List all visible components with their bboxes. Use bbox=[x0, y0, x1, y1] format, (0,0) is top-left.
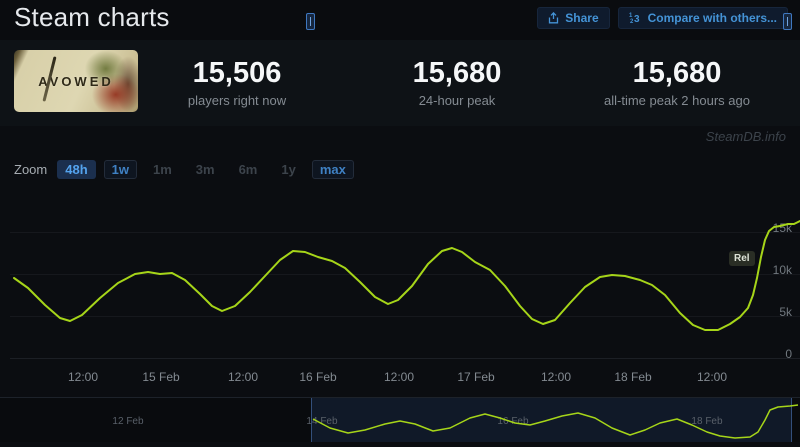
x-tick-4: 12:00 bbox=[383, 370, 415, 384]
share-button[interactable]: Share bbox=[537, 7, 610, 29]
zoom-button-1m: 1m bbox=[152, 162, 172, 177]
y-tick-10k: 10k bbox=[772, 263, 792, 277]
gridline-0 bbox=[10, 358, 800, 359]
gridline-5k bbox=[10, 316, 800, 317]
header-actions: Share 1 2 3 Compare with others... bbox=[537, 7, 788, 29]
x-tick-6: 12:00 bbox=[540, 370, 572, 384]
y-tick-0: 0 bbox=[785, 347, 792, 361]
24h-peak-value: 15,680 bbox=[412, 57, 502, 89]
current-players-value: 15,506 bbox=[192, 57, 282, 89]
24h-peak-label: 24-hour peak bbox=[418, 93, 496, 108]
zoom-controls: Zoom 48h 1w 1m 3m 6m 1y max bbox=[14, 160, 354, 179]
zoom-button-3m: 3m bbox=[195, 162, 215, 177]
steamdb-watermark: SteamDB.info bbox=[705, 129, 786, 144]
zoom-label: Zoom bbox=[14, 162, 48, 177]
y-tick-15k: 15k bbox=[772, 221, 792, 235]
share-icon bbox=[548, 12, 559, 24]
stat-current-players: 15,506 players right now bbox=[137, 57, 337, 108]
x-tick-0: 12:00 bbox=[67, 370, 99, 384]
navigator-left-handle[interactable] bbox=[306, 13, 315, 30]
x-tick-3: 16 Feb bbox=[299, 370, 337, 384]
navigator[interactable]: 12 Feb 14 Feb 16 Feb 18 Feb bbox=[0, 397, 800, 442]
share-button-label: Share bbox=[565, 11, 599, 25]
nav-tick-16feb: 16 Feb bbox=[497, 416, 529, 427]
y-tick-5k: 5k bbox=[779, 305, 792, 319]
x-tick-5: 17 Feb bbox=[457, 370, 495, 384]
zoom-button-max[interactable]: max bbox=[311, 160, 354, 179]
compare-button-label: Compare with others... bbox=[647, 11, 777, 25]
zoom-button-1y: 1y bbox=[281, 162, 296, 177]
navigator-right-handle[interactable] bbox=[783, 13, 792, 30]
current-players-label: players right now bbox=[187, 93, 287, 108]
compare-button[interactable]: 1 2 3 Compare with others... bbox=[617, 7, 788, 29]
gridline-10k bbox=[10, 274, 800, 275]
game-capsule-title: AVOWED bbox=[38, 73, 114, 89]
x-tick-7: 18 Feb bbox=[614, 370, 652, 384]
page-title: Steam charts bbox=[14, 2, 170, 32]
nav-tick-14feb: 14 Feb bbox=[306, 416, 338, 427]
x-tick-2: 12:00 bbox=[227, 370, 259, 384]
compare-numeric-list-icon: 1 2 3 bbox=[629, 12, 642, 24]
nav-tick-18feb: 18 Feb bbox=[691, 416, 723, 427]
release-flag[interactable]: Rel bbox=[729, 251, 755, 266]
x-tick-1: 15 Feb bbox=[142, 370, 180, 384]
zoom-button-6m: 6m bbox=[238, 162, 258, 177]
x-tick-8: 12:00 bbox=[696, 370, 728, 384]
stat-24h-peak: 15,680 24-hour peak bbox=[357, 57, 557, 108]
stat-alltime-peak: 15,680 all-time peak 2 hours ago bbox=[537, 57, 800, 108]
zoom-button-1w[interactable]: 1w bbox=[103, 160, 137, 179]
alltime-peak-label: all-time peak 2 hours ago bbox=[604, 93, 750, 108]
alltime-peak-value: 15,680 bbox=[632, 57, 722, 89]
nav-tick-12feb: 12 Feb bbox=[112, 416, 144, 427]
gridline-15k bbox=[10, 232, 800, 233]
svg-text:3: 3 bbox=[634, 14, 640, 24]
game-capsule-image[interactable]: AVOWED bbox=[14, 50, 138, 112]
zoom-button-48h[interactable]: 48h bbox=[57, 160, 96, 179]
